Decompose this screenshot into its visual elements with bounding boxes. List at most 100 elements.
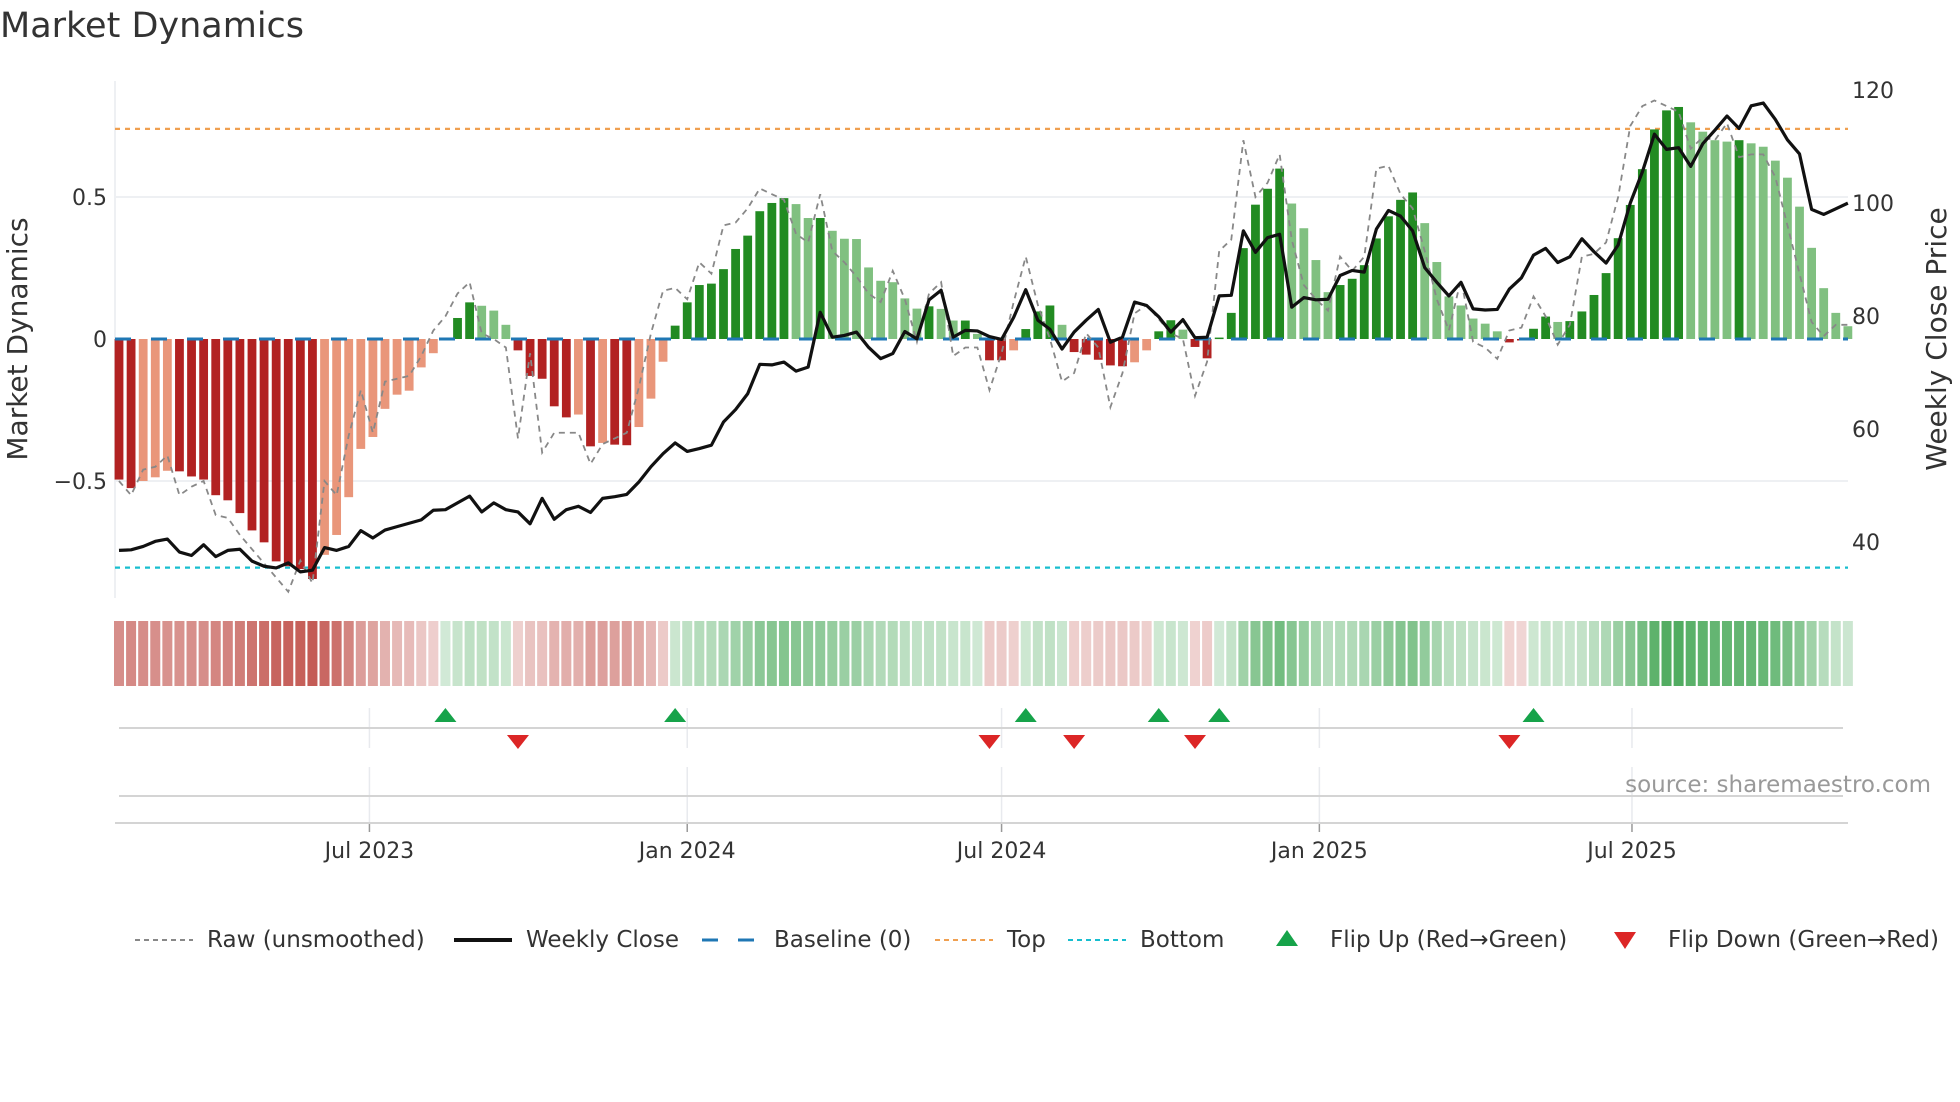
heat-strip-cell <box>1734 621 1745 686</box>
heat-strip-cell <box>1443 621 1454 686</box>
momentum-bar <box>344 339 354 498</box>
flip-panel <box>115 708 1848 832</box>
heat-strip-cell <box>1177 621 1188 686</box>
momentum-bar <box>1178 329 1188 339</box>
legend-label: Baseline (0) <box>774 927 912 953</box>
heat-strip-cell <box>1057 621 1068 686</box>
heat-strip-cell <box>126 621 137 686</box>
x-tick-label: Jan 2025 <box>1269 839 1368 864</box>
momentum-bar <box>1456 305 1466 339</box>
heat-strip-cell <box>1286 621 1297 686</box>
x-tick-label: Jan 2024 <box>637 839 736 864</box>
heat-strip-cell <box>609 621 620 686</box>
momentum-bar <box>598 339 607 443</box>
legend-swatch-close <box>454 938 512 942</box>
momentum-bar <box>259 339 269 543</box>
momentum-bar <box>175 339 184 472</box>
flip-up-triangle-icon <box>1276 930 1298 946</box>
momentum-bar <box>404 339 414 391</box>
momentum-bar <box>1057 324 1067 339</box>
heat-strip-cell <box>222 621 233 686</box>
momentum-bar <box>731 248 740 339</box>
heat-strip-cell <box>803 621 814 686</box>
momentum-bar <box>803 218 813 339</box>
legend-item-flip-up: Flip Up (Red→Green) <box>1258 922 1567 958</box>
heat-strip-cell <box>1504 621 1515 686</box>
heat-strip-cell <box>1673 621 1684 686</box>
legend-label: Weekly Close <box>526 927 679 953</box>
heat-strip-cell <box>791 621 802 686</box>
legend-item-raw: Raw (unsmoothed) <box>135 922 425 958</box>
heat-strip-cell <box>1419 621 1430 686</box>
heat-strip-cell <box>863 621 874 686</box>
heat-strip-cell <box>682 621 693 686</box>
heat-strip-cell <box>621 621 632 686</box>
momentum-bar <box>1807 247 1816 339</box>
y2-tick-label: 80 <box>1852 305 1880 330</box>
heat-strip-cell <box>1214 621 1225 686</box>
flip-up-marker <box>1014 708 1037 722</box>
heat-strip-cell <box>343 621 354 686</box>
heat-strip-cell <box>1093 621 1104 686</box>
heat-strip-cell <box>645 621 656 686</box>
heat-strip-cell <box>1782 621 1793 686</box>
momentum-bar <box>936 308 946 339</box>
momentum-bar <box>791 204 801 339</box>
flip-up-marker <box>664 708 687 722</box>
heat-strip-cell <box>1323 621 1333 686</box>
momentum-bar <box>840 238 849 339</box>
heat-strip-cell <box>488 621 499 686</box>
momentum-bar <box>1746 143 1756 339</box>
momentum-bar <box>1142 339 1152 351</box>
momentum-bar <box>658 339 668 362</box>
heat-strip-cell <box>1298 621 1309 686</box>
heat-strip-cell <box>210 621 221 686</box>
momentum-bar <box>332 339 342 535</box>
momentum-bar <box>561 339 571 418</box>
momentum-bar <box>1480 323 1490 339</box>
heat-strip-cell <box>960 621 971 686</box>
heat-strip-cell <box>597 621 608 686</box>
legend-swatch-top <box>935 939 993 941</box>
heat-strip-cell <box>1395 621 1406 686</box>
heat-strip-cell <box>972 621 983 686</box>
heat-strip-cell <box>198 621 209 686</box>
momentum-bar <box>1674 106 1684 339</box>
heat-strip-cell <box>1842 621 1853 686</box>
heat-strip-cell <box>1480 621 1491 686</box>
heat-strip-cell <box>295 621 306 686</box>
heat-strip-cell <box>1697 621 1708 686</box>
legend-item-flip-down: Flip Down (Green→Red) <box>1596 922 1939 958</box>
heat-strip-cell <box>1709 621 1720 686</box>
momentum-bar <box>1758 146 1768 339</box>
momentum-bar <box>1299 228 1309 339</box>
heat-strip-cell <box>186 621 197 686</box>
momentum-bar <box>114 339 124 480</box>
heat-strip-cell <box>392 621 403 686</box>
heat-strip-cell <box>537 621 548 686</box>
heat-strip-cell <box>911 621 922 686</box>
flip-up-marker <box>434 708 457 722</box>
heat-strip-cell <box>815 621 826 686</box>
momentum-bar <box>1650 129 1659 339</box>
heat-strip-cell <box>1528 621 1539 686</box>
x-tick-label: Jul 2023 <box>323 839 415 864</box>
heat-strip-cell <box>694 621 705 686</box>
heat-strip-cell <box>1685 621 1696 686</box>
heat-strip-cell <box>379 621 390 686</box>
momentum-bar <box>513 339 523 351</box>
heat-strip-cell <box>1262 621 1273 686</box>
heat-strip-cell <box>1721 621 1732 686</box>
momentum-bar <box>1710 140 1720 339</box>
y-tick-label: 0.5 <box>72 186 107 211</box>
legend-label: Flip Down (Green→Red) <box>1668 927 1939 953</box>
momentum-bar <box>1069 339 1079 353</box>
momentum-bar <box>1601 273 1611 339</box>
heat-strip-cell <box>440 621 451 686</box>
source-label: source: sharemaestro.com <box>1625 772 1931 798</box>
heat-strip-cell <box>561 621 572 686</box>
momentum-bar <box>235 339 245 514</box>
momentum-bar <box>368 339 378 437</box>
heat-strip-cell <box>174 621 185 686</box>
heat-strip-cell <box>114 621 124 686</box>
